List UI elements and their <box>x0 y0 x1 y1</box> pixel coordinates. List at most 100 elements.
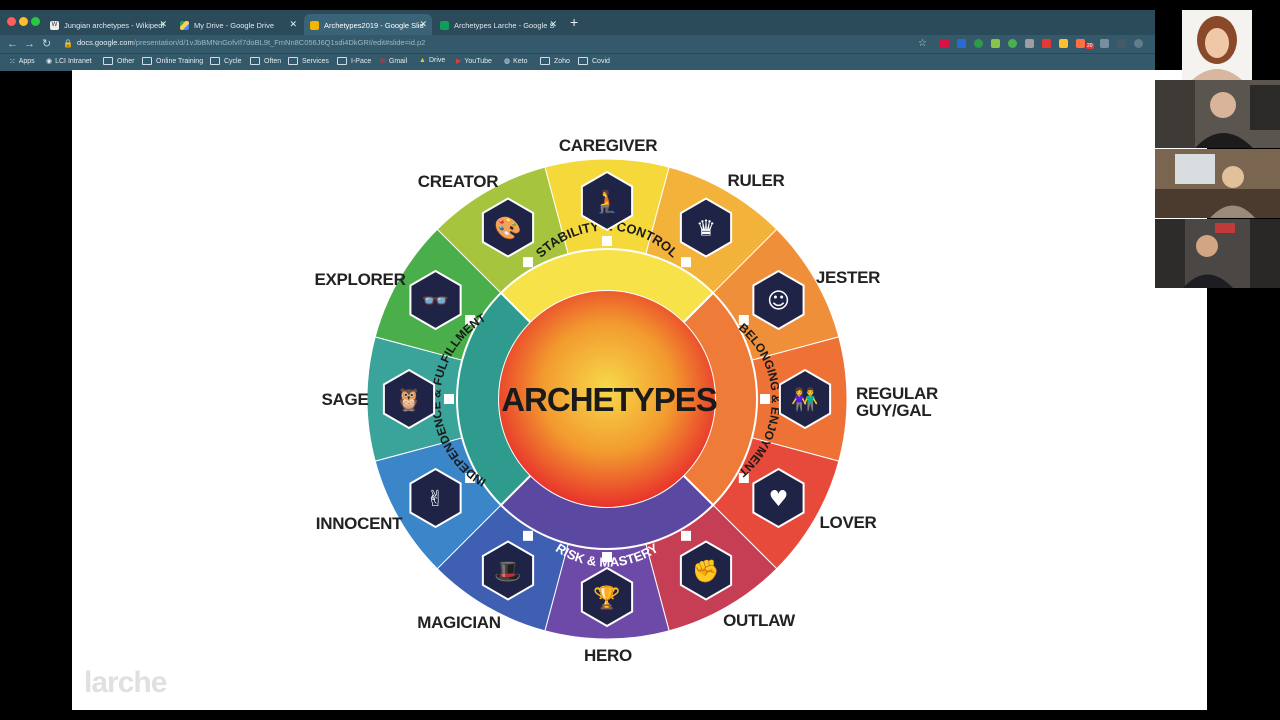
close-window-button[interactable] <box>7 17 16 26</box>
folder-icon <box>210 57 220 65</box>
explorer-icon: 👓 <box>422 289 449 314</box>
bookmark-youtube[interactable]: ▶ YouTube <box>456 57 492 66</box>
extension-icon[interactable] <box>957 39 966 48</box>
bookmark-other[interactable]: Other <box>103 57 135 65</box>
participant-avatar <box>1155 149 1280 218</box>
bookmark-cycle[interactable]: Cycle <box>210 57 242 65</box>
center-title: ARCHETYPES <box>501 381 717 418</box>
creator-icon: 🎨 <box>494 215 521 242</box>
close-tab-icon[interactable]: ✕ <box>549 19 557 30</box>
url-field[interactable]: docs.google.com/presentation/d/1vJbBMNnG… <box>77 38 425 47</box>
video-participant-1[interactable] <box>1182 10 1252 80</box>
extension-icon[interactable] <box>1100 39 1109 48</box>
bookmark-label: LCI Intranet <box>55 57 92 65</box>
url-path: /presentation/d/1vJbBMNnGofvIf7doBL9t_Fm… <box>133 38 426 47</box>
extension-icon[interactable] <box>1042 39 1051 48</box>
bookmark-covid[interactable]: Covid <box>578 57 610 65</box>
bookmark-lci-intranet[interactable]: ◉ LCI Intranet <box>46 57 92 66</box>
forward-arrow-icon[interactable]: → <box>24 37 35 51</box>
folder-icon <box>288 57 298 65</box>
jester-icon: ☺ <box>767 289 790 314</box>
tab-title: My Drive - Google Drive <box>194 20 275 30</box>
bookmark-label: Keto <box>513 57 528 65</box>
bookmark-label: Drive <box>428 57 446 64</box>
label-regular-line2: GUY/GAL <box>856 401 931 420</box>
label-outlaw: OUTLAW <box>723 611 796 630</box>
close-tab-icon[interactable]: ✕ <box>419 19 427 30</box>
segment-marker <box>760 394 770 404</box>
presentation-slide: ARCHETYPES STABILITY & CONTROL BELONGING… <box>72 70 1207 710</box>
bookmark-label: Cycle <box>224 57 242 65</box>
bookmark-gmail[interactable]: ✉ Gmail <box>380 57 408 66</box>
bookmark-star-icon[interactable]: ☆ <box>918 37 927 51</box>
segment-marker <box>523 257 533 268</box>
label-explorer: EXPLORER <box>314 270 405 289</box>
extension-icon[interactable] <box>1059 39 1068 48</box>
wikipedia-icon: W <box>50 20 59 30</box>
google-drive-icon <box>180 20 189 30</box>
bookmark-i-pace[interactable]: I-Pace <box>337 57 371 65</box>
video-participant-3[interactable] <box>1155 149 1280 218</box>
minimize-window-button[interactable] <box>19 17 28 26</box>
youtube-icon: ▶ <box>456 58 462 65</box>
participant-avatar <box>1182 10 1252 80</box>
tab-wikipedia[interactable]: W Jungian archetypes - Wikipedi ✕ <box>44 14 172 36</box>
extension-icon[interactable] <box>1025 39 1034 48</box>
bookmark-label: Online Training <box>156 57 204 65</box>
maximize-window-button[interactable] <box>31 17 40 26</box>
video-participant-4[interactable] <box>1155 219 1280 288</box>
bookmark-label: Gmail <box>388 57 408 65</box>
extension-icon[interactable] <box>974 39 983 48</box>
participant-avatar <box>1155 80 1280 148</box>
segment-marker <box>681 530 691 541</box>
extension-icon[interactable] <box>1008 39 1017 48</box>
bookmark-apps[interactable]: ⁙ Apps <box>9 57 35 66</box>
google-sheets-icon <box>440 20 449 30</box>
lover-icon: ♥ <box>769 487 789 512</box>
caregiver-icon: 🧎 <box>593 189 620 215</box>
archetype-wheel: ARCHETYPES STABILITY & CONTROL BELONGING… <box>84 136 938 699</box>
globe-icon: ◉ <box>46 58 53 65</box>
folder-icon <box>250 57 260 65</box>
bookmark-label: Zoho <box>554 57 570 65</box>
sage-icon: 🦉 <box>395 387 422 413</box>
back-arrow-icon[interactable]: ← <box>7 37 18 51</box>
tab-google-drive[interactable]: My Drive - Google Drive ✕ <box>174 14 302 36</box>
bookmark-label: Apps <box>18 58 35 65</box>
bookmark-label: Other <box>117 57 135 65</box>
bookmark-often[interactable]: Often <box>250 57 281 65</box>
ruler-icon: ♛ <box>696 217 716 242</box>
label-ruler: RULER <box>727 171 784 190</box>
tab-title: Archetypes2019 - Google Slid <box>324 20 424 30</box>
apps-grid-icon: ⁙ <box>9 57 16 66</box>
close-tab-icon[interactable]: ✕ <box>289 19 297 30</box>
bookmark-keto[interactable]: ◍ Keto <box>504 57 528 66</box>
segment-marker <box>523 530 533 541</box>
new-tab-button[interactable]: + <box>570 14 578 30</box>
keto-icon: ◍ <box>504 58 511 65</box>
extension-icon[interactable] <box>1076 39 1085 48</box>
tab-title: Archetypes Larche - Google S <box>454 20 555 30</box>
bookmark-online-training[interactable]: Online Training <box>142 57 203 65</box>
reload-icon[interactable]: ↻ <box>42 37 51 51</box>
extension-icon[interactable] <box>991 39 1000 48</box>
bookmark-label: Often <box>264 57 282 65</box>
close-tab-icon[interactable]: ✕ <box>159 19 167 30</box>
url-host: docs.google.com <box>77 38 134 47</box>
extension-icon[interactable] <box>1134 39 1143 48</box>
bookmark-drive[interactable]: ▲ Drive <box>419 57 445 64</box>
tab-archetypes2019[interactable]: Archetypes2019 - Google Slid ✕ <box>304 14 432 36</box>
video-participant-2[interactable] <box>1155 80 1280 148</box>
extension-icon[interactable] <box>940 39 949 48</box>
segment-marker <box>602 236 612 246</box>
bookmark-label: Covid <box>592 57 610 65</box>
address-bar: ← → ↻ 🔒 docs.google.com/presentation/d/1… <box>0 35 1155 53</box>
tab-archetypes-larche[interactable]: Archetypes Larche - Google S ✕ <box>434 14 562 36</box>
folder-icon <box>337 57 347 65</box>
folder-icon <box>103 57 113 65</box>
bookmark-services[interactable]: Services <box>288 57 329 65</box>
extension-icon[interactable] <box>1117 39 1126 48</box>
label-sage: SAGE <box>322 390 369 409</box>
label-jester: JESTER <box>816 268 880 287</box>
bookmark-zoho[interactable]: Zoho <box>540 57 570 65</box>
